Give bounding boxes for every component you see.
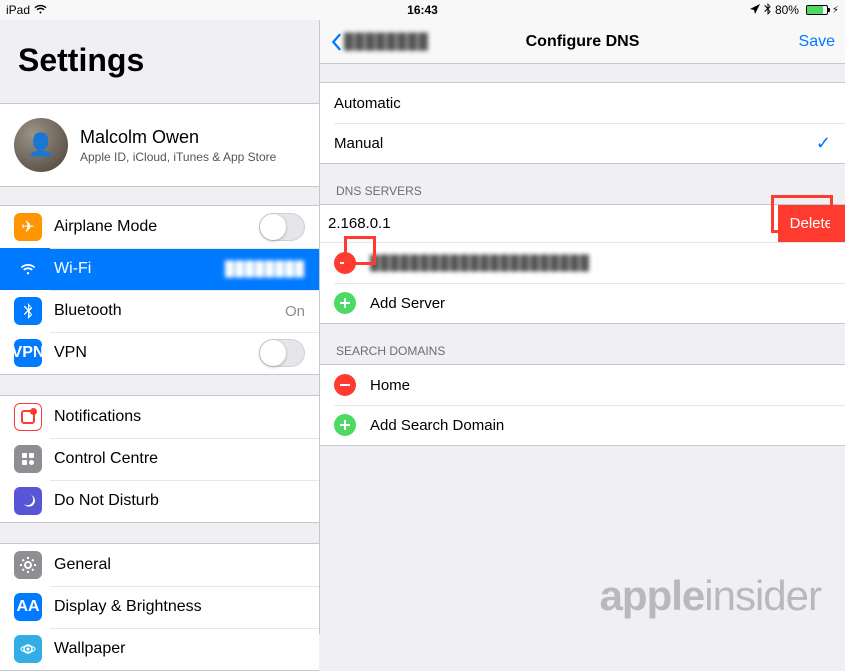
back-label: ████████ bbox=[344, 33, 429, 51]
detail-pane: ████████ Configure DNS Save Automatic Ma… bbox=[320, 20, 845, 634]
mode-label: Automatic bbox=[334, 95, 831, 112]
sidebar-item-wallpaper[interactable]: Wallpaper bbox=[0, 628, 319, 670]
gear-icon bbox=[14, 551, 42, 579]
add-search-domain-row[interactable]: Add Search Domain bbox=[320, 405, 845, 445]
sidebar-group-alerts: Notifications Control Centre Do Not Dist… bbox=[0, 395, 319, 523]
sidebar-item-label: Bluetooth bbox=[54, 302, 285, 320]
dnd-icon bbox=[14, 487, 42, 515]
sidebar-item-wifi[interactable]: Wi-Fi ████████ bbox=[0, 248, 319, 290]
watermark: appleinsider bbox=[600, 572, 821, 620]
sidebar-item-display-brightness[interactable]: AA Display & Brightness bbox=[0, 586, 319, 628]
bluetooth-status: On bbox=[285, 303, 305, 320]
notifications-icon bbox=[14, 403, 42, 431]
dns-mode-group: Automatic Manual ✓ bbox=[320, 82, 845, 164]
bluetooth-tile-icon bbox=[14, 297, 42, 325]
sidebar-item-label: Notifications bbox=[54, 408, 305, 426]
device-label: iPad bbox=[6, 3, 30, 17]
back-button[interactable]: ████████ bbox=[330, 33, 429, 51]
profile-subtitle: Apple ID, iCloud, iTunes & App Store bbox=[80, 150, 276, 164]
section-header-search-domains: SEARCH DOMAINS bbox=[320, 324, 845, 364]
sidebar-item-vpn[interactable]: VPN VPN bbox=[0, 332, 319, 374]
dns-server-value: 2.168.0.1 bbox=[328, 215, 391, 232]
mode-automatic[interactable]: Automatic bbox=[320, 83, 845, 123]
sidebar-item-airplane-mode[interactable]: ✈ Airplane Mode bbox=[0, 206, 319, 248]
sidebar-group-general: General AA Display & Brightness Wallpape… bbox=[0, 543, 319, 671]
dns-server-row[interactable]: ██████████████████████ bbox=[320, 243, 845, 283]
wallpaper-icon bbox=[14, 635, 42, 663]
sidebar-item-notifications[interactable]: Notifications bbox=[0, 396, 319, 438]
sidebar-item-label: Do Not Disturb bbox=[54, 492, 305, 510]
sidebar-group-connectivity: ✈ Airplane Mode Wi-Fi ████████ Bluetooth… bbox=[0, 205, 319, 375]
battery-icon bbox=[806, 5, 828, 15]
save-button[interactable]: Save bbox=[799, 33, 835, 51]
bluetooth-icon bbox=[764, 3, 771, 18]
settings-sidebar: Settings 👤 Malcolm Owen Apple ID, iCloud… bbox=[0, 20, 320, 634]
mode-manual[interactable]: Manual ✓ bbox=[320, 123, 845, 163]
page-title: Configure DNS bbox=[526, 33, 640, 51]
dns-server-value: ██████████████████████ bbox=[370, 255, 831, 272]
status-bar: iPad 16:43 80% ⚡︎ bbox=[0, 0, 845, 20]
delete-button[interactable]: Delete bbox=[778, 205, 845, 242]
dns-server-row-swiped[interactable]: 2.168.0.1 Delete bbox=[320, 205, 845, 243]
search-domain-row[interactable]: Home bbox=[320, 365, 845, 405]
avatar: 👤 bbox=[14, 118, 68, 172]
sidebar-item-general[interactable]: General bbox=[0, 544, 319, 586]
sidebar-item-label: Wallpaper bbox=[54, 640, 305, 658]
profile-name: Malcolm Owen bbox=[80, 127, 276, 148]
sidebar-item-label: Airplane Mode bbox=[54, 218, 259, 236]
apple-id-row[interactable]: 👤 Malcolm Owen Apple ID, iCloud, iTunes … bbox=[0, 103, 319, 187]
sidebar-item-label: VPN bbox=[54, 344, 259, 362]
remove-icon[interactable] bbox=[334, 374, 356, 396]
navbar: ████████ Configure DNS Save bbox=[320, 20, 845, 64]
search-domains-group: Home Add Search Domain bbox=[320, 364, 845, 446]
airplane-icon: ✈ bbox=[14, 213, 42, 241]
wifi-status-icon bbox=[34, 3, 47, 17]
charging-icon: ⚡︎ bbox=[832, 5, 839, 16]
check-icon: ✓ bbox=[816, 133, 831, 154]
add-search-domain-label: Add Search Domain bbox=[370, 417, 831, 434]
mode-label: Manual bbox=[334, 135, 816, 152]
display-icon: AA bbox=[14, 593, 42, 621]
sidebar-title: Settings bbox=[0, 20, 319, 89]
sidebar-item-label: General bbox=[54, 556, 305, 574]
airplane-toggle[interactable] bbox=[259, 213, 305, 241]
sidebar-item-label: Display & Brightness bbox=[54, 598, 305, 616]
dns-servers-group: 2.168.0.1 Delete ██████████████████████ … bbox=[320, 204, 845, 324]
sidebar-item-control-centre[interactable]: Control Centre bbox=[0, 438, 319, 480]
add-icon[interactable] bbox=[334, 414, 356, 436]
vpn-toggle[interactable] bbox=[259, 339, 305, 367]
add-server-label: Add Server bbox=[370, 295, 831, 312]
remove-icon[interactable] bbox=[334, 252, 356, 274]
add-icon[interactable] bbox=[334, 292, 356, 314]
section-header-dns: DNS SERVERS bbox=[320, 164, 845, 204]
battery-percent: 80% bbox=[775, 3, 799, 17]
wifi-network-name: ████████ bbox=[225, 261, 305, 278]
control-centre-icon bbox=[14, 445, 42, 473]
sidebar-item-label: Wi-Fi bbox=[54, 260, 225, 278]
location-icon bbox=[750, 3, 760, 17]
search-domain-value: Home bbox=[370, 377, 831, 394]
add-server-row[interactable]: Add Server bbox=[320, 283, 845, 323]
vpn-icon: VPN bbox=[14, 339, 42, 367]
wifi-icon bbox=[14, 255, 42, 283]
sidebar-item-do-not-disturb[interactable]: Do Not Disturb bbox=[0, 480, 319, 522]
sidebar-item-label: Control Centre bbox=[54, 450, 305, 468]
clock: 16:43 bbox=[407, 3, 438, 17]
sidebar-item-bluetooth[interactable]: Bluetooth On bbox=[0, 290, 319, 332]
